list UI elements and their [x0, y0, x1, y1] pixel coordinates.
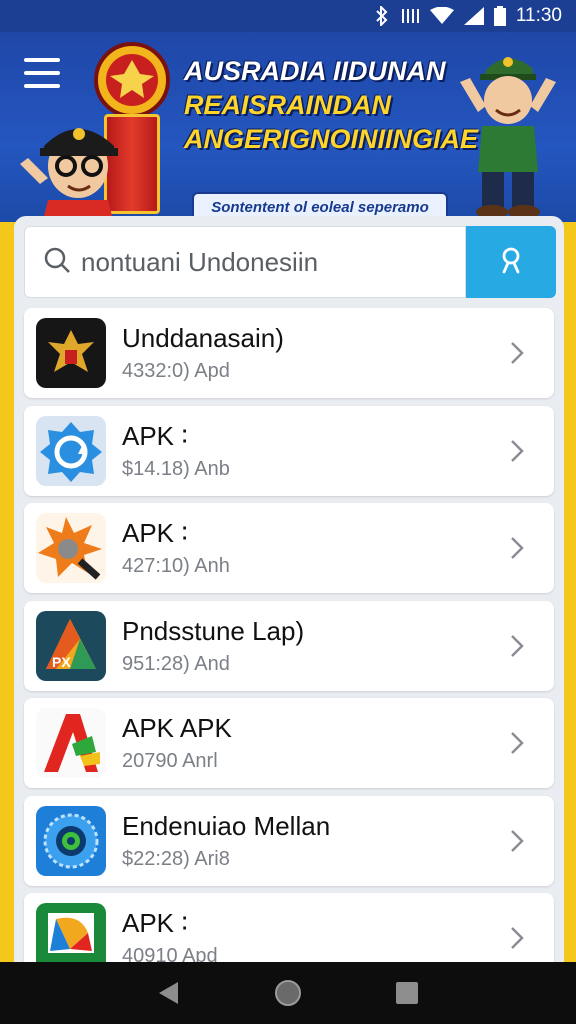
banner-line-2: REAISRAINDAN	[184, 90, 392, 120]
main-content-card: Unddanasain) 4332:0) Apd APK ∶ $14.18) A…	[14, 216, 564, 983]
banner-line-1: AUSRADIA IIDUNAN	[184, 56, 446, 86]
app-meta: 4332:0) Apd	[122, 360, 230, 382]
banner-title: AUSRADIA IIDUNAN REAISRAINDAN ANGERIGNOI…	[184, 54, 479, 156]
status-time: 11:30	[515, 5, 562, 26]
blue-gear-refresh-icon	[36, 415, 106, 486]
wifi-icon	[429, 7, 454, 25]
svg-text:PX: PX	[52, 654, 71, 670]
status-bar: 11:30	[0, 0, 576, 32]
back-button[interactable]	[149, 973, 189, 1013]
search-button[interactable]	[466, 226, 556, 298]
list-item[interactable]: APK ∶ $14.18) Anb	[24, 405, 554, 496]
list-item[interactable]: APK APK 20790 Anrl	[24, 698, 554, 788]
chevron-right-icon	[510, 439, 524, 468]
app-list: Unddanasain) 4332:0) Apd APK ∶ $14.18) A…	[24, 308, 554, 991]
list-item[interactable]: PX Pndsstune Lap) 951:28) And	[24, 600, 554, 691]
search-input[interactable]	[81, 246, 451, 278]
chevron-right-icon	[510, 926, 524, 955]
app-meta: 951:28) And	[122, 652, 230, 675]
recents-button[interactable]	[387, 973, 427, 1013]
app-name: APK APK	[122, 713, 232, 743]
user-search-icon	[496, 245, 526, 280]
chevron-right-icon	[510, 536, 524, 565]
home-button[interactable]	[268, 973, 308, 1013]
vibrate-icon	[400, 7, 420, 25]
search-icon	[43, 246, 71, 279]
search-bar	[24, 226, 556, 298]
banner-line-3: ANGERIGNOINIINGIAE	[184, 124, 479, 154]
app-name: Endenuiao Mellan	[122, 810, 331, 841]
list-item[interactable]: Endenuiao Mellan $22:28) Ari8	[24, 795, 554, 886]
chevron-right-icon	[510, 341, 524, 370]
chevron-right-icon	[510, 829, 524, 858]
red-green-a-icon	[36, 708, 106, 778]
bluetooth-icon	[374, 6, 390, 26]
menu-icon[interactable]	[24, 58, 60, 88]
recents-square-icon	[395, 982, 418, 1004]
navigation-bar	[0, 962, 576, 1024]
back-triangle-icon	[159, 982, 179, 1004]
app-name: Pndsstune Lap)	[122, 615, 305, 646]
battery-icon	[493, 6, 506, 26]
header-banner: AUSRADIA IIDUNAN REAISRAINDAN ANGERIGNOI…	[0, 32, 576, 222]
garuda-emblem-icon	[36, 318, 106, 388]
list-item[interactable]: APK ∶ 427:10) Anh	[24, 503, 554, 593]
px-triangle-icon: PX	[36, 610, 106, 681]
app-meta: $14.18) Anb	[122, 457, 230, 480]
home-circle-icon	[274, 980, 301, 1006]
soldier-mascot-right	[460, 57, 556, 219]
orange-star-tool-icon	[36, 513, 106, 583]
app-meta: 427:10) Anh	[122, 555, 230, 577]
signal-icon	[463, 7, 484, 25]
police-mascot-left	[20, 128, 118, 222]
chevron-right-icon	[510, 634, 524, 663]
app-name: APK ∶	[122, 420, 189, 451]
search-field[interactable]	[24, 226, 466, 298]
app-name: APK ∶	[122, 908, 189, 938]
chevron-right-icon	[510, 731, 524, 760]
app-name: Unddanasain)	[122, 323, 284, 353]
blue-camera-lens-icon	[36, 805, 106, 876]
app-meta: 20790 Anrl	[122, 750, 218, 772]
list-item[interactable]: Unddanasain) 4332:0) Apd	[24, 308, 554, 398]
app-name: APK ∶	[122, 518, 189, 548]
app-meta: $22:28) Ari8	[122, 847, 230, 870]
